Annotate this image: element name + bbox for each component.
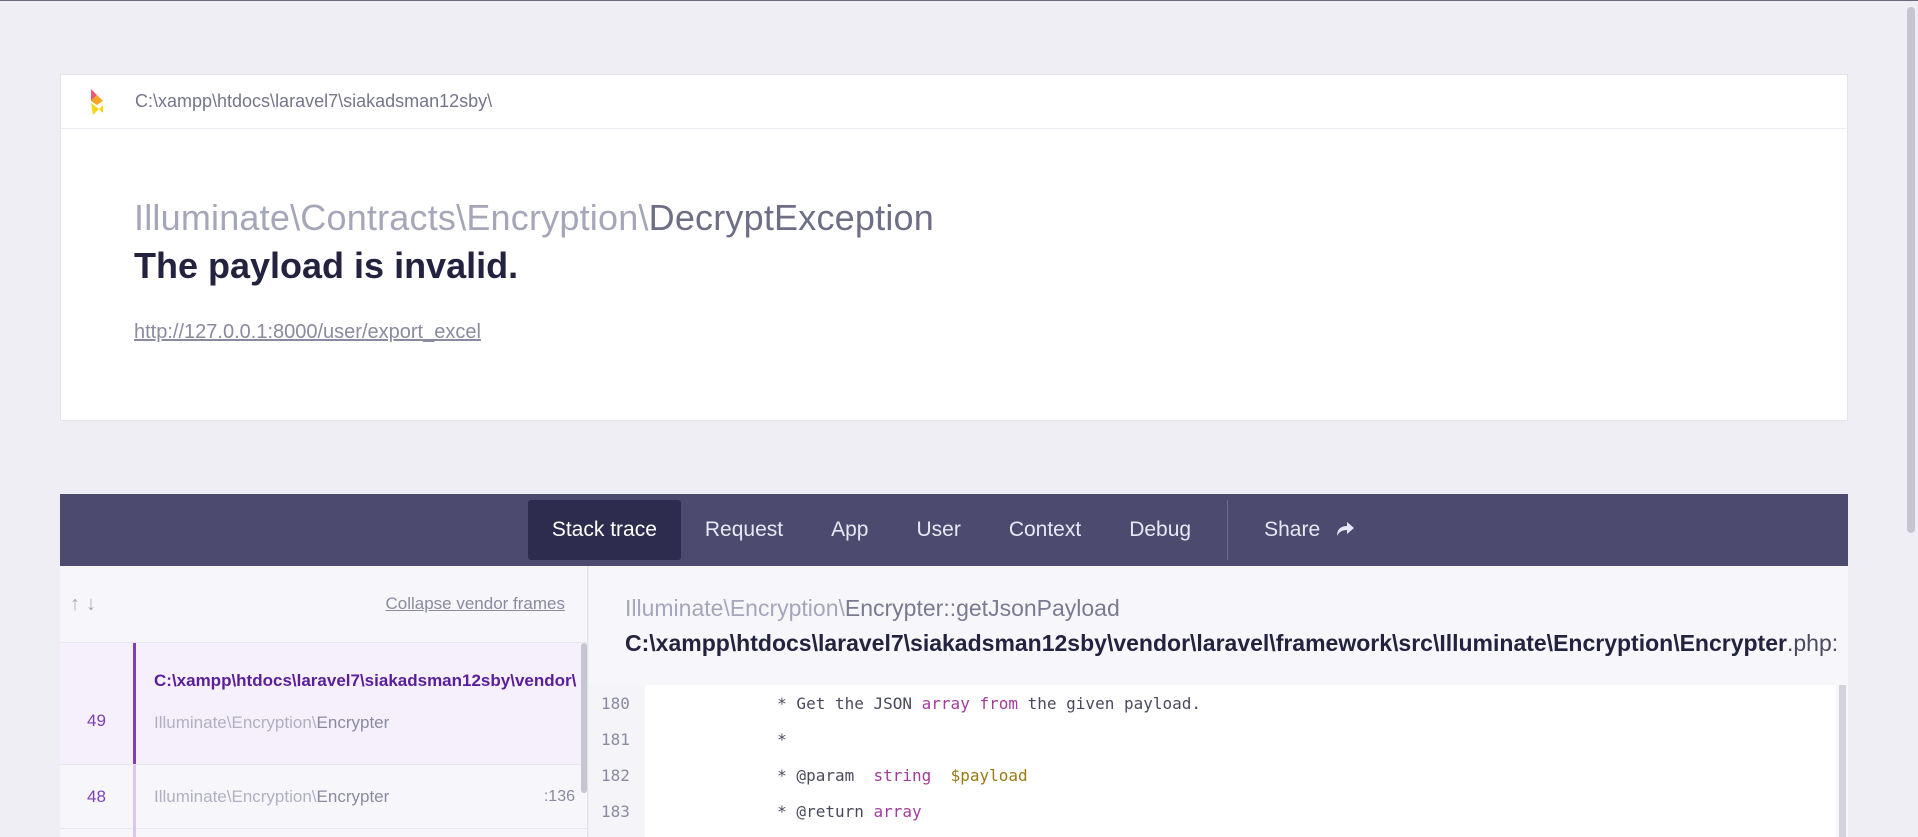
stack-controls: ↑ ↓ Collapse vendor frames bbox=[60, 566, 587, 643]
frame-content: C:\xampp\htdocs\laravel7\siakadsman12sby… bbox=[133, 643, 587, 764]
frame-class-namespace: Illuminate\Encryption\ bbox=[154, 713, 317, 732]
tab-stack-trace[interactable]: Stack trace bbox=[527, 500, 681, 560]
frame-file-path-text: C:\xampp\htdocs\laravel7\siakadsman12sby… bbox=[625, 630, 1787, 656]
tab-list: Stack trace Request App User Context Deb… bbox=[527, 500, 1380, 560]
code-text: * bbox=[729, 729, 787, 749]
code-gutter: 180 181 182 183 bbox=[589, 685, 645, 837]
code-line: * bbox=[645, 721, 1836, 757]
stack-frame[interactable]: 48 Illuminate\Encryption\Encrypter :136 bbox=[60, 764, 587, 829]
tab-debug[interactable]: Debug bbox=[1105, 500, 1215, 560]
frame-content: Illuminate\Encryption\Encrypter :136 bbox=[133, 764, 587, 829]
frame-file-ext: .php: bbox=[1786, 630, 1839, 656]
arrow-down-icon[interactable]: ↓ bbox=[86, 593, 96, 616]
frame-number: 49 bbox=[87, 711, 106, 730]
exception-header-card: C:\xampp\htdocs\laravel7\siakadsman12sby… bbox=[60, 74, 1848, 421]
frame-file-path: C:\xampp\htdocs\laravel7\siakadsman12sby… bbox=[154, 671, 577, 690]
code-line-number: 182 bbox=[601, 765, 630, 785]
stack-frame[interactable]: 49 C:\xampp\htdocs\laravel7\siakadsman12… bbox=[60, 643, 587, 765]
exception-namespace: Illuminate\Contracts\Encryption\ bbox=[134, 197, 649, 238]
frame-detail-panel: Illuminate\Encryption\Encrypter::getJson… bbox=[589, 566, 1848, 837]
code-line: * @return array bbox=[645, 793, 1836, 829]
frame-method-title: Illuminate\Encryption\Encrypter::getJson… bbox=[625, 595, 1120, 622]
exception-short-name: DecryptException bbox=[648, 197, 934, 238]
code-body: * Get the JSON array from the given payl… bbox=[645, 685, 1836, 837]
page-scrollbar[interactable] bbox=[1904, 1, 1918, 837]
frame-nav-arrows: ↑ ↓ bbox=[70, 593, 96, 616]
page-scrollbar-thumb[interactable] bbox=[1907, 7, 1915, 533]
exception-message: The payload is invalid. bbox=[134, 245, 519, 286]
code-line-number: 180 bbox=[601, 693, 630, 713]
request-url-link[interactable]: http://127.0.0.1:8000/user/export_excel bbox=[134, 321, 481, 344]
app-path-bar: C:\xampp\htdocs\laravel7\siakadsman12sby… bbox=[61, 75, 1847, 129]
app-path: C:\xampp\htdocs\laravel7\siakadsman12sby… bbox=[135, 91, 493, 111]
exception-class: Illuminate\Contracts\Encryption\DecryptE… bbox=[134, 197, 934, 239]
stack-frames-panel: ↑ ↓ Collapse vendor frames 49 C:\xampp\h… bbox=[60, 566, 588, 837]
tab-context[interactable]: Context bbox=[985, 500, 1105, 560]
frame-line-number: :136 bbox=[543, 787, 575, 805]
code-text: * @param bbox=[729, 765, 874, 785]
code-text: * @return bbox=[729, 801, 874, 821]
frame-method-name: Encrypter::getJsonPayload bbox=[844, 595, 1120, 621]
tab-user[interactable]: User bbox=[892, 500, 984, 560]
arrow-up-icon[interactable]: ↑ bbox=[70, 593, 80, 616]
code-scrollbar[interactable] bbox=[1839, 685, 1846, 837]
frame-file-full-path: C:\xampp\htdocs\laravel7\siakadsman12sby… bbox=[625, 630, 1838, 657]
code-line: * @param string $payload bbox=[645, 757, 1836, 793]
share-label: Share bbox=[1264, 518, 1321, 541]
code-type: string bbox=[873, 765, 932, 785]
collapse-vendor-frames-link[interactable]: Collapse vendor frames bbox=[385, 594, 565, 614]
code-keyword: from bbox=[979, 693, 1018, 713]
code-keyword: array bbox=[921, 693, 970, 713]
frame-method-namespace: Illuminate\Encryption\ bbox=[625, 595, 845, 621]
frames-scrollbar[interactable] bbox=[581, 643, 587, 793]
tab-request[interactable]: Request bbox=[681, 500, 807, 560]
frame-number bbox=[60, 829, 133, 837]
code-text: * Get the JSON bbox=[729, 693, 922, 713]
frame-class: Illuminate\Encryption\Encrypter bbox=[154, 787, 389, 807]
frame-class-short: Encrypter bbox=[316, 786, 390, 806]
code-keyword: array bbox=[873, 801, 922, 821]
frame-content bbox=[133, 829, 587, 837]
ignition-logo-icon bbox=[91, 88, 103, 115]
stack-frame[interactable] bbox=[60, 829, 587, 837]
tab-divider bbox=[1227, 500, 1229, 560]
code-line-number: 183 bbox=[601, 801, 630, 821]
frame-class-namespace: Illuminate\Encryption\ bbox=[154, 786, 317, 806]
tab-bar: Stack trace Request App User Context Deb… bbox=[60, 494, 1848, 566]
share-button[interactable]: Share bbox=[1240, 500, 1380, 560]
code-line-number: 181 bbox=[601, 729, 630, 749]
tab-app[interactable]: App bbox=[807, 500, 892, 560]
code-snippet: 180 181 182 183 * Get the JSON array fro… bbox=[589, 685, 1848, 837]
frame-number: 48 bbox=[87, 786, 106, 806]
frame-class-short: Encrypter bbox=[316, 713, 390, 732]
share-arrow-icon bbox=[1337, 522, 1355, 536]
code-line: * Get the JSON array from the given payl… bbox=[645, 685, 1836, 721]
code-text: the given payload. bbox=[1018, 693, 1202, 713]
code-variable: $payload bbox=[950, 765, 1028, 785]
frame-class: Illuminate\Encryption\Encrypter bbox=[154, 713, 587, 733]
